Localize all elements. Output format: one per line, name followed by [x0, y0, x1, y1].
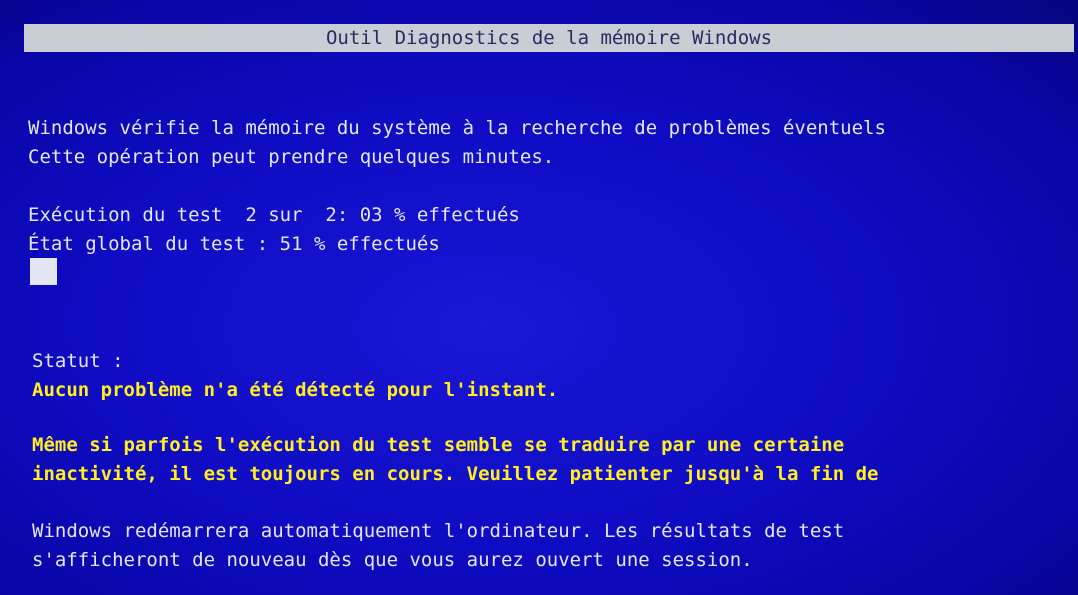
notice-line-1: Même si parfois l'exécution du test semb… [32, 434, 845, 456]
window-title: Outil Diagnostics de la mémoire Windows [325, 27, 773, 49]
memory-diagnostic-screen: Outil Diagnostics de la mémoire Windows … [0, 0, 1078, 595]
restart-line-1: Windows redémarrera automatiquement l'or… [32, 520, 845, 542]
notice-line-2: inactivité, il est toujours en cours. Ve… [32, 463, 879, 485]
overall-progress-line: État global du test : 51 % effectués [28, 233, 440, 255]
status-label: Statut : [32, 350, 124, 372]
restart-line-2: s'afficheront de nouveau dès que vous au… [32, 549, 753, 571]
progress-bar-block [30, 258, 57, 285]
intro-line-1: Windows vérifie la mémoire du système à … [28, 117, 886, 139]
test-progress-line: Exécution du test 2 sur 2: 03 % effectué… [28, 204, 520, 226]
status-message: Aucun problème n'a été détecté pour l'in… [32, 379, 559, 401]
intro-line-2: Cette opération peut prendre quelques mi… [28, 146, 555, 168]
window-title-bar: Outil Diagnostics de la mémoire Windows [24, 24, 1074, 52]
